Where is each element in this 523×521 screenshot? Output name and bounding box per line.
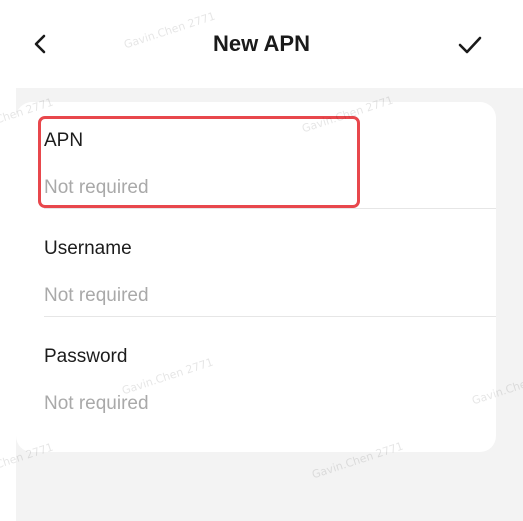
password-field-label: Password — [44, 346, 128, 367]
page-title: New APN — [213, 31, 310, 56]
apn-field-label: APN — [44, 130, 84, 151]
username-input[interactable] — [44, 284, 444, 308]
username-field[interactable]: Username — [44, 209, 496, 316]
apn-field[interactable]: APN — [44, 102, 496, 208]
password-field[interactable]: Password — [44, 317, 496, 437]
password-input[interactable] — [44, 392, 444, 416]
new-apn-screen: New APN APN Username Password — [0, 0, 523, 521]
confirm-button[interactable] — [452, 31, 488, 63]
apn-input[interactable] — [44, 176, 444, 200]
header-bar: New APN — [0, 0, 523, 88]
username-field-label: Username — [44, 238, 132, 259]
checkmark-icon — [458, 36, 482, 59]
apn-settings-card: APN Username Password — [16, 102, 496, 452]
